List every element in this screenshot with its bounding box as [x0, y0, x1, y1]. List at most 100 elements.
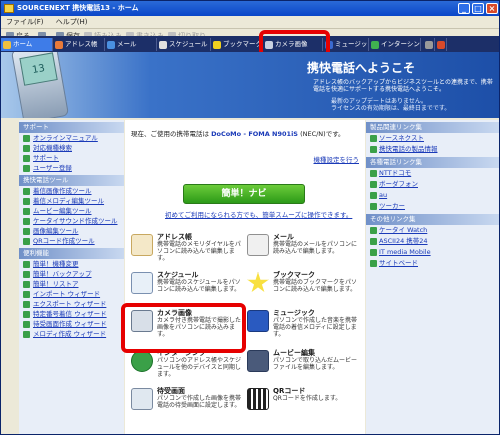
mail-icon	[107, 41, 115, 49]
link-icon	[370, 249, 377, 256]
link-carrier-2[interactable]: ボーダフォン	[366, 179, 499, 190]
link-convenient-5[interactable]: エクスポート ウィザード	[19, 299, 124, 309]
tab-bookmark[interactable]: ブックマーク	[211, 38, 263, 51]
tab-mail[interactable]: メール	[105, 38, 157, 51]
current-phone-info: 現在、ご使用の携帯電話は DoCoMo - FOMA N901iS (NEC/N…	[131, 130, 345, 138]
feature-movie[interactable]: ムービー編集 パソコンで取り込んだムービーファイルを編集します。	[245, 348, 361, 384]
link-icon	[23, 301, 30, 308]
link-model-search[interactable]: 対応機種検索	[19, 143, 124, 153]
feature-music[interactable]: ミュージック パソコンで作成した音楽を携帯電話の着信メロディに設定します。	[245, 308, 361, 344]
address-book-icon	[131, 234, 153, 256]
schedule-icon	[159, 41, 167, 49]
link-icon	[23, 145, 30, 152]
link-support[interactable]: サポート	[19, 153, 124, 163]
bookmark-star-icon	[213, 41, 221, 49]
feature-mail[interactable]: メール 携帯電話のメールをパソコンに読み込んで編集します。	[245, 232, 361, 268]
section-product-links: 製品関連リンク集	[366, 122, 499, 133]
tab-extra-1[interactable]	[423, 38, 435, 51]
intersync-icon	[371, 41, 379, 49]
notepad-icon	[425, 41, 433, 49]
menu-file[interactable]: ファイル(F)	[1, 16, 49, 29]
home-icon	[3, 41, 11, 49]
feature-schedule[interactable]: スケジュール 携帯電話のスケジュールをパソコンに読み込んで編集します。	[129, 270, 245, 306]
link-tool-3[interactable]: ムービー編集ツール	[19, 206, 124, 216]
link-product-info[interactable]: 携快電話の製品情報	[366, 144, 499, 155]
link-carrier-4[interactable]: ツーカー	[366, 201, 499, 212]
tab-schedule[interactable]: スケジュール	[157, 38, 211, 51]
link-icon	[370, 192, 377, 199]
link-icon	[370, 135, 377, 142]
highlight-camera-feature	[121, 303, 246, 353]
minimize-button[interactable]: _	[458, 3, 470, 14]
section-other-links: その他リンク集	[366, 214, 499, 225]
banner-description: アドレス帳のバックアップからビジネスツールとの連携まで、携帯電話を快適にサポート…	[313, 79, 493, 93]
link-other-4[interactable]: サイトベード	[366, 258, 499, 269]
link-convenient-3[interactable]: 簡単！リストア	[19, 279, 124, 289]
link-carrier-3[interactable]: au	[366, 190, 499, 201]
window-title: SOURCENEXT 携快電話13 - ホーム	[17, 4, 139, 12]
link-convenient-6[interactable]: 特定番号着信 ウィザード	[19, 309, 124, 319]
link-tool-4[interactable]: ケータイサウンド作成ツール	[19, 216, 124, 226]
link-tool-2[interactable]: 着信メロディ編集ツール	[19, 196, 124, 206]
phone-image: 13	[10, 52, 70, 118]
section-support: サポート	[19, 122, 124, 133]
link-tool-6[interactable]: QRコード作成ツール	[19, 236, 124, 246]
link-online-manual[interactable]: オンラインマニュアル	[19, 133, 124, 143]
link-icon	[23, 281, 30, 288]
title-bar[interactable]: SOURCENEXT 携快電話13 - ホーム _ □ ×	[1, 1, 499, 16]
close-button[interactable]: ×	[486, 3, 498, 14]
easy-navi-link[interactable]: 初めてご利用になられる方でも、簡単スムーズに操作できます。	[165, 209, 352, 219]
link-other-1[interactable]: ケータイ Watch	[366, 225, 499, 236]
link-convenient-4[interactable]: インポート ウィザード	[19, 289, 124, 299]
link-tool-1[interactable]: 着信画像作成ツール	[19, 186, 124, 196]
link-icon	[23, 311, 30, 318]
wallpaper-icon	[131, 388, 153, 410]
banner-title: 携快電話へようこそ	[307, 61, 416, 75]
link-convenient-2[interactable]: 簡単！バックアップ	[19, 269, 124, 279]
tab-address-book[interactable]: アドレス帳	[53, 38, 105, 51]
link-convenient-7[interactable]: 待受画面作成 ウィザード	[19, 319, 124, 329]
link-icon	[23, 188, 30, 195]
feature-intersync[interactable]: インターシンク パソコンのアドレス帳やスケジュールを他のデバイスと同期します。	[129, 348, 245, 384]
link-carrier-1[interactable]: NTTドコモ	[366, 168, 499, 179]
link-sourcenext[interactable]: ソースネクスト	[366, 133, 499, 144]
link-icon	[23, 165, 30, 172]
schedule-icon	[131, 272, 153, 294]
banner-updates: 最新のアップデートはありません。 ライセンスの有効期限は、最終日までです。	[331, 98, 450, 112]
license-status: ライセンスの有効期限は、最終日までです。	[331, 105, 451, 112]
feature-address-book[interactable]: アドレス帳 携帯電話のメモリダイヤルをパソコンに読み込んで編集します。	[129, 232, 245, 268]
current-model[interactable]: DoCoMo - FOMA N901iS	[211, 130, 298, 138]
feature-bookmark[interactable]: ブックマーク 携帯電話のブックマークをパソコンに読み込んで編集します。	[245, 270, 361, 306]
link-convenient-1[interactable]: 簡単！機種変更	[19, 259, 124, 269]
link-convenient-8[interactable]: メロディ作成 ウィザード	[19, 329, 124, 339]
menu-help[interactable]: ヘルプ(H)	[51, 16, 93, 29]
feature-wallpaper[interactable]: 待受画面 パソコンで作成した画像を携帯電話の待受画面に設定します。	[129, 386, 245, 422]
link-icon	[23, 261, 30, 268]
tab-intersync[interactable]: インターシンク	[369, 38, 421, 61]
link-icon	[23, 291, 30, 298]
movie-icon	[247, 350, 269, 372]
app-icon	[4, 4, 14, 13]
link-other-3[interactable]: IT media Mobile	[366, 247, 499, 258]
link-tool-5[interactable]: 画像編集ツール	[19, 226, 124, 236]
intersync-icon	[131, 350, 153, 372]
section-carrier-links: 各種電話リンク集	[366, 157, 499, 168]
update-status: 最新のアップデートはありません。	[331, 98, 427, 105]
maximize-button[interactable]: □	[472, 3, 484, 14]
feature-qr-code[interactable]: QRコード QRコードを作成します。	[245, 386, 361, 422]
qr-icon	[247, 388, 269, 410]
tab-bar: ホーム アドレス帳 メール スケジュール ブックマーク カメラ画像 ミュージック…	[1, 36, 499, 61]
easy-navi-button[interactable]: 簡単！ナビ	[183, 184, 305, 204]
link-other-2[interactable]: ASCII24 携帯24	[366, 236, 499, 247]
link-icon	[370, 181, 377, 188]
calendar-icon	[437, 41, 445, 49]
model-settings-link[interactable]: 機種設定を行う	[314, 154, 360, 164]
tab-home[interactable]: ホーム	[1, 38, 53, 51]
link-icon	[23, 331, 30, 338]
tab-extra-2[interactable]	[435, 38, 447, 51]
link-icon	[23, 208, 30, 215]
left-sidebar: サポート オンラインマニュアル 対応機種検索 サポート ユーザー登録 携快電話ツ…	[19, 120, 124, 434]
music-icon	[247, 310, 269, 332]
link-user-registration[interactable]: ユーザー登録	[19, 163, 124, 173]
app-window: SOURCENEXT 携快電話13 - ホーム _ □ × ファイル(F) ヘル…	[0, 0, 500, 435]
